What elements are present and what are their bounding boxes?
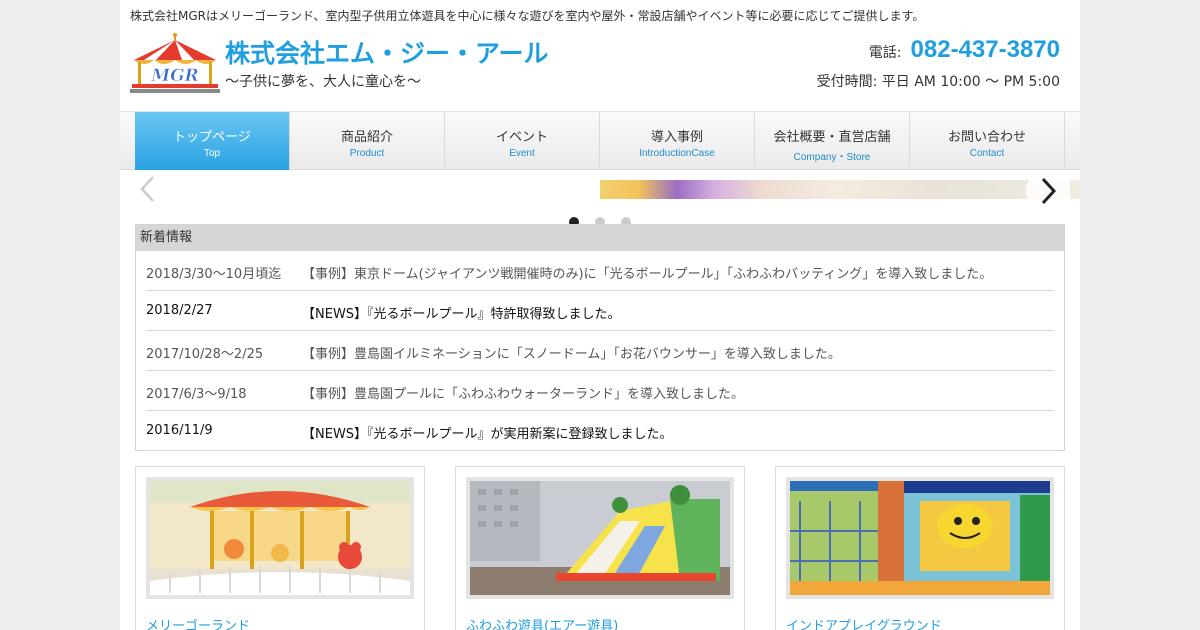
indoor-playground-image [790, 481, 1050, 595]
nav-item-sublabel: Event [509, 148, 535, 159]
news-list: 2018/3/30〜10月頃迄 【事例】東京ドーム(ジャイアンツ戦開催時のみ)に… [146, 251, 1054, 451]
nav-item-sublabel: Top [203, 148, 221, 159]
news-item[interactable]: 2017/10/28〜2/25 【事例】豊島園イルミネーションに「スノードーム」… [146, 331, 1054, 371]
news-date: 2017/10/28〜2/25 [146, 347, 264, 362]
carousel-logo-icon: MGR [130, 33, 220, 93]
nav-item-contact[interactable]: お問い合わせ Contact [910, 112, 1065, 170]
nav-item-top[interactable]: トップページ Top [135, 112, 290, 170]
product-thumbnail[interactable] [786, 477, 1054, 599]
product-card-air-playground[interactable]: ふわふわ遊具(エアー遊具) [455, 466, 745, 630]
nav-item-sublabel: Contact [969, 148, 1005, 159]
nav-item-introduction-case[interactable]: 導入事例 IntroductionCase [600, 112, 755, 170]
news-text[interactable]: 【事例】豊島園イルミネーションに「スノードーム」「お花バウンサー」を導入致しまし… [302, 343, 841, 362]
news-item[interactable]: 2018/3/30〜10月頃迄 【事例】東京ドーム(ジャイアンツ戦開催時のみ)に… [146, 251, 1054, 291]
logo-text: MGR [150, 66, 198, 86]
phone-number[interactable]: 082-437-3870 [911, 36, 1060, 63]
nav-item-company-store[interactable]: 会社概要・直営店舗 Company・Store [755, 112, 910, 170]
chevron-right-icon[interactable] [1026, 173, 1070, 209]
chevron-left-icon[interactable] [138, 174, 158, 210]
nav-item-product[interactable]: 商品紹介 Product [290, 112, 445, 170]
page: 株式会社MGRはメリーゴーランド、室内型子供用立体遊具を中心に様々な遊びを室内や… [120, 0, 1080, 630]
product-card-indoor-playground[interactable]: インドアプレイグラウンド [775, 466, 1065, 630]
business-hours: 受付時間: 平日 AM 10:00 〜 PM 5:00 [816, 74, 1060, 90]
news-text[interactable]: 【NEWS】『光るボールプール』が実用新案に登録致しました。 [302, 423, 673, 442]
news-date: 2017/6/3〜9/18 [146, 387, 247, 402]
nav-item-label: イベント [495, 130, 548, 145]
nav-item-label: 導入事例 [650, 130, 703, 145]
news-section: 新着情報 2018/3/30〜10月頃迄 【事例】東京ドーム(ジャイアンツ戦開催… [135, 224, 1065, 451]
phone-block: 電話: 082-437-3870 [869, 36, 1060, 64]
nav-item-label: 会社概要・直営店舗 [773, 130, 891, 145]
company-name[interactable]: 株式会社エム・ジー・アール [225, 34, 549, 70]
company-slogan: ～子供に夢を、大人に童心を～ [225, 74, 421, 90]
news-date: 2018/3/30〜10月頃迄 [146, 267, 282, 282]
news-item[interactable]: 2018/2/27 【NEWS】『光るボールプール』特許取得致しました。 [146, 291, 1054, 331]
nav-item-label: トップページ [173, 130, 251, 145]
product-card-merry-go-round[interactable]: メリーゴーランド [135, 466, 425, 630]
news-item[interactable]: 2017/6/3〜9/18 【事例】豊島園プールに「ふわふわウォーターランド」を… [146, 371, 1054, 411]
main-nav: トップページ Top 商品紹介 Product イベント Event 導入事例 … [120, 111, 1080, 170]
product-label[interactable]: ふわふわ遊具(エアー遊具) [466, 615, 618, 630]
news-text[interactable]: 【事例】東京ドーム(ジャイアンツ戦開催時のみ)に「光るボールプール」「ふわふわバ… [302, 263, 992, 282]
phone-label: 電話: [868, 45, 902, 61]
nav-item-sublabel: IntroductionCase [639, 148, 715, 159]
merry-go-round-image [150, 481, 410, 595]
company-logo[interactable]: MGR [130, 32, 220, 94]
slide-image[interactable] [600, 180, 1080, 199]
nav-item-label: お問い合わせ [947, 130, 1026, 145]
product-thumbnail[interactable] [146, 477, 414, 599]
news-item[interactable]: 2016/11/9 【NEWS】『光るボールプール』が実用新案に登録致しました。 [146, 411, 1054, 451]
nav-item-sublabel: Product [349, 148, 385, 159]
news-text[interactable]: 【事例】豊島園プールに「ふわふわウォーターランド」を導入致しました。 [302, 383, 744, 402]
nav-item-label: 商品紹介 [340, 130, 393, 145]
nav-item-event[interactable]: イベント Event [445, 112, 600, 170]
news-date: 2018/2/27 [146, 303, 213, 318]
product-label[interactable]: メリーゴーランド [146, 615, 250, 630]
site-tagline: 株式会社MGRはメリーゴーランド、室内型子供用立体遊具を中心に様々な遊びを室内や… [130, 9, 925, 23]
product-thumbnail[interactable] [466, 477, 734, 599]
news-text[interactable]: 【NEWS】『光るボールプール』特許取得致しました。 [302, 303, 621, 322]
hero-slider [120, 170, 1080, 227]
news-date: 2016/11/9 [146, 423, 213, 438]
product-label[interactable]: インドアプレイグラウンド [786, 615, 942, 630]
news-heading: 新着情報 [136, 225, 1064, 251]
inflatable-slide-image [470, 481, 730, 595]
nav-item-sublabel: Company・Store [793, 152, 871, 163]
